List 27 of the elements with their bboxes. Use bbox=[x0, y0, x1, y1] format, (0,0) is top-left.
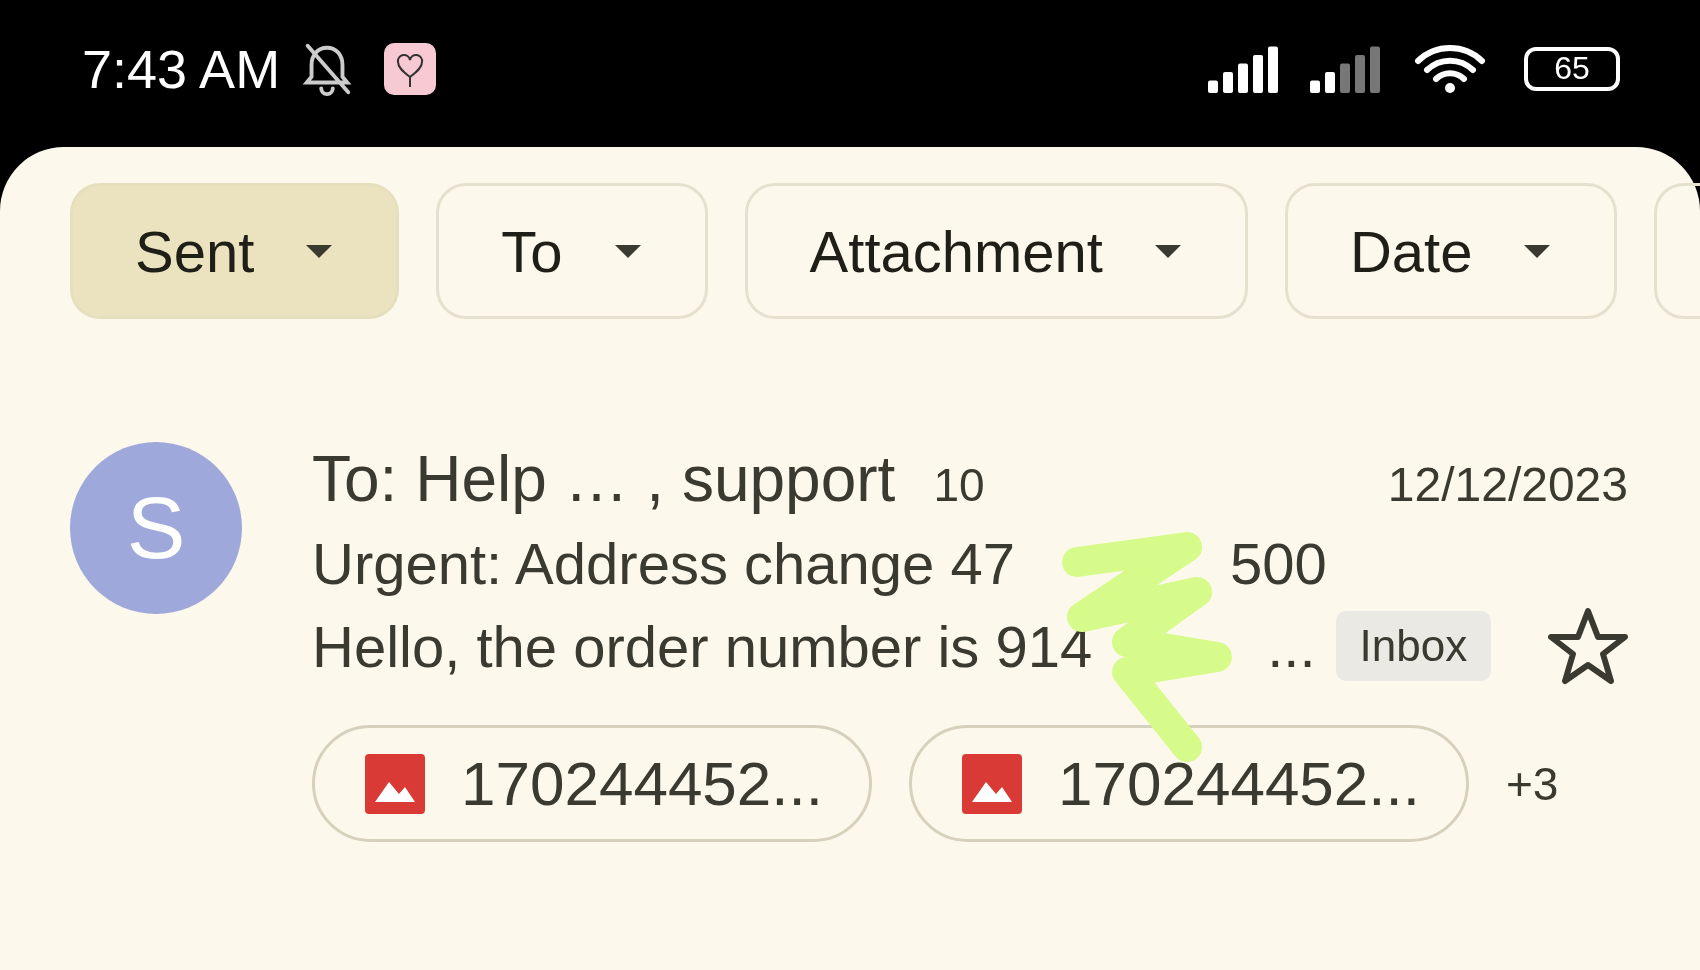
image-icon bbox=[365, 753, 425, 814]
email-date: 12/12/2023 bbox=[1387, 457, 1628, 512]
email-subject: Urgent: Address change 47 bbox=[312, 530, 1015, 597]
file-chip[interactable]: 170244452... bbox=[909, 725, 1469, 842]
app-icon bbox=[384, 42, 437, 95]
filter-chip[interactable]: Date bbox=[1284, 183, 1618, 319]
message-count: 10 bbox=[933, 458, 985, 512]
email-preview: Hello, the order number is 914 bbox=[312, 612, 1093, 680]
attachment-name: 170244452... bbox=[461, 748, 823, 819]
image-icon bbox=[962, 753, 1022, 814]
recipients: To: Help … , support bbox=[312, 442, 896, 516]
email-subject: 500 bbox=[1229, 530, 1327, 597]
star-icon[interactable] bbox=[1548, 607, 1628, 685]
file-chip[interactable]: 170244452... bbox=[312, 725, 872, 842]
attachment-name: 170244452... bbox=[1058, 748, 1420, 819]
email-preview: ... bbox=[1267, 612, 1316, 680]
inbox-label: Inbox bbox=[1335, 611, 1492, 681]
caret-icon bbox=[1522, 243, 1553, 259]
caret-icon bbox=[304, 243, 335, 259]
battery-icon: 65 bbox=[1524, 46, 1620, 91]
avatar: S bbox=[70, 442, 242, 614]
filter-chip[interactable]: Sent bbox=[70, 183, 400, 319]
more-attachments: +3 bbox=[1506, 756, 1559, 811]
filter-chip[interactable]: To bbox=[436, 183, 708, 319]
clock-time: 7:43 AM bbox=[82, 37, 281, 100]
filter-chip[interactable]: Attachment bbox=[744, 183, 1248, 319]
wifi-icon bbox=[1414, 42, 1486, 95]
